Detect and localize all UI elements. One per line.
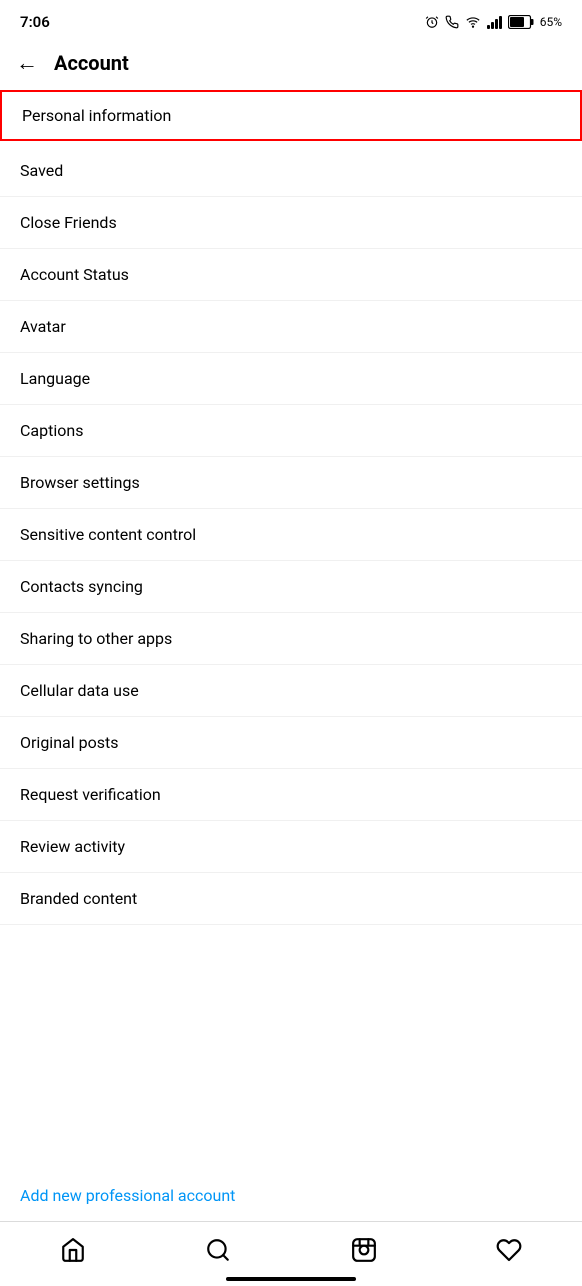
add-professional-account-link[interactable]: Add new professional account	[0, 1170, 582, 1221]
reels-icon	[351, 1237, 377, 1263]
menu-item-label-contacts-syncing: Contacts syncing	[20, 577, 143, 596]
status-icons: 65%	[425, 15, 562, 29]
menu-item-label-sensitive-content-control: Sensitive content control	[20, 525, 196, 544]
menu-item-cellular-data-use[interactable]: Cellular data use	[0, 665, 582, 717]
alarm-icon	[425, 15, 439, 29]
menu-item-label-branded-content: Branded content	[20, 889, 137, 908]
menu-item-account-status[interactable]: Account Status	[0, 249, 582, 301]
menu-item-label-review-activity: Review activity	[20, 837, 125, 856]
menu-item-label-captions: Captions	[20, 421, 83, 440]
menu-item-contacts-syncing[interactable]: Contacts syncing	[0, 561, 582, 613]
nav-heart[interactable]	[484, 1232, 534, 1268]
menu-item-browser-settings[interactable]: Browser settings	[0, 457, 582, 509]
menu-item-label-original-posts: Original posts	[20, 733, 118, 752]
menu-item-branded-content[interactable]: Branded content	[0, 873, 582, 925]
home-icon	[60, 1237, 86, 1263]
menu-item-saved[interactable]: Saved	[0, 145, 582, 197]
menu-list: Personal information Saved Close Friends Ac…	[0, 86, 582, 1170]
nav-search[interactable]	[193, 1232, 243, 1268]
menu-item-label-sharing-to-other-apps: Sharing to other apps	[20, 629, 172, 648]
battery-icon	[508, 15, 534, 29]
status-bar: 7:06 65%	[0, 0, 582, 40]
signal-bars-icon	[487, 15, 502, 29]
page-header: ← Account	[0, 40, 582, 86]
wifi-icon	[465, 15, 481, 29]
menu-item-avatar[interactable]: Avatar	[0, 301, 582, 353]
menu-item-review-activity[interactable]: Review activity	[0, 821, 582, 873]
menu-item-personal-information[interactable]: Personal information	[0, 90, 582, 141]
heart-icon	[496, 1237, 522, 1263]
menu-item-label-language: Language	[20, 369, 90, 388]
menu-item-label-avatar: Avatar	[20, 317, 66, 336]
menu-item-label-browser-settings: Browser settings	[20, 473, 140, 492]
battery-percentage: 65%	[540, 15, 562, 29]
menu-item-original-posts[interactable]: Original posts	[0, 717, 582, 769]
nav-reels[interactable]	[339, 1232, 389, 1268]
menu-item-label-account-status: Account Status	[20, 265, 129, 284]
call-icon	[445, 15, 459, 29]
nav-home[interactable]	[48, 1232, 98, 1268]
menu-item-sharing-to-other-apps[interactable]: Sharing to other apps	[0, 613, 582, 665]
menu-item-language[interactable]: Language	[0, 353, 582, 405]
menu-item-close-friends[interactable]: Close Friends	[0, 197, 582, 249]
search-icon	[205, 1237, 231, 1263]
menu-item-sensitive-content-control[interactable]: Sensitive content control	[0, 509, 582, 561]
home-indicator	[226, 1277, 356, 1281]
menu-item-label-saved: Saved	[20, 161, 63, 180]
back-button[interactable]: ←	[16, 50, 38, 76]
bottom-navigation	[0, 1221, 582, 1286]
menu-item-label-request-verification: Request verification	[20, 785, 161, 804]
menu-item-label-personal-information: Personal information	[22, 106, 171, 125]
menu-item-label-cellular-data-use: Cellular data use	[20, 681, 139, 700]
menu-item-label-close-friends: Close Friends	[20, 213, 117, 232]
add-professional-label: Add new professional account	[20, 1186, 235, 1205]
menu-item-captions[interactable]: Captions	[0, 405, 582, 457]
status-time: 7:06	[20, 13, 50, 31]
page-title: Account	[54, 51, 129, 75]
menu-item-request-verification[interactable]: Request verification	[0, 769, 582, 821]
